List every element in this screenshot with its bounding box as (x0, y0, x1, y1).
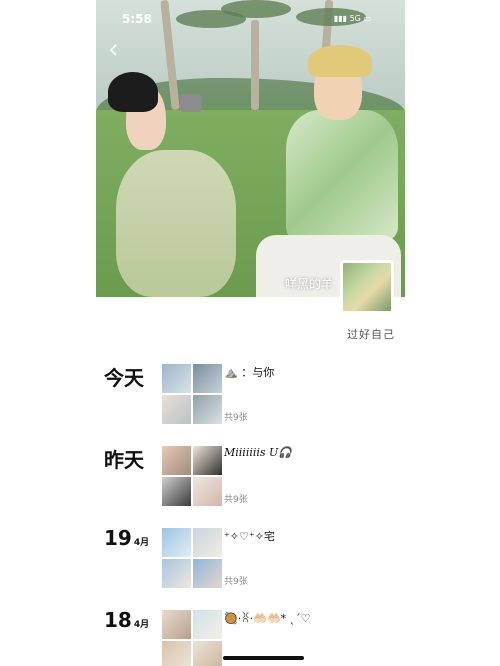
post-text: Miiiiiiis U🎧 (224, 446, 292, 459)
photo-grid[interactable] (162, 446, 222, 506)
day-month: 4月 (133, 620, 150, 630)
photo-thumb[interactable] (193, 364, 222, 393)
palm-frond (221, 0, 291, 18)
photo-thumb[interactable] (162, 477, 191, 506)
battery-icon: ▭ (363, 14, 371, 23)
camera (180, 94, 202, 112)
day-label: 昨天 (104, 448, 144, 472)
back-arrow-icon[interactable] (108, 44, 120, 56)
photo-thumb[interactable] (162, 641, 191, 666)
day-month: 4月 (133, 538, 150, 548)
post-text: ⁺✧♡⁺✧宅 (224, 530, 275, 543)
day-label: 18 4月 (104, 608, 149, 632)
photo-grid[interactable] (162, 528, 222, 588)
home-indicator[interactable] (223, 656, 304, 660)
day-label: 今天 (104, 366, 144, 390)
photo-count: 共9张 (224, 413, 248, 423)
photo-thumb[interactable] (162, 610, 191, 639)
photo-thumb[interactable] (162, 559, 191, 588)
profile-avatar[interactable] (340, 260, 394, 314)
signal-icon: ▮▮▮ (333, 14, 348, 23)
photo-count: 共9张 (224, 495, 248, 505)
status-time: 5:58 (122, 12, 152, 26)
photo-thumb[interactable] (193, 610, 222, 639)
photo-grid[interactable] (162, 610, 222, 666)
post-text: ⛰️ ：与你 (224, 366, 275, 379)
phone-screen: 5:58 ▮▮▮ 5G ▭ 咩黑的羊 过好自己 今天 ⛰️ ：与你 共9张 昨天 (96, 0, 405, 666)
profile-nickname[interactable]: 咩黑的羊 (285, 275, 333, 292)
photo-thumb[interactable] (162, 446, 191, 475)
photo-thumb[interactable] (193, 528, 222, 557)
day-number: 19 (104, 526, 132, 550)
photo-thumb[interactable] (162, 528, 191, 557)
photo-thumb[interactable] (193, 559, 222, 588)
post-text: 🥘·ꐦ·🤲🏻🤲🏻* ˎˊ♡ (224, 612, 311, 625)
network-label: 5G (349, 14, 361, 23)
palm-trunk (251, 20, 259, 110)
status-network: ▮▮▮ 5G ▭ (334, 14, 371, 23)
photo-thumb[interactable] (193, 641, 222, 666)
photo-thumb[interactable] (162, 364, 191, 393)
day-number: 18 (104, 608, 132, 632)
profile-signature: 过好自己 (347, 328, 395, 341)
photo-thumb[interactable] (193, 395, 222, 424)
photo-thumb[interactable] (162, 395, 191, 424)
photo-thumb[interactable] (193, 477, 222, 506)
person-man-shirt (286, 110, 398, 240)
cover-photo[interactable]: 5:58 ▮▮▮ 5G ▭ 咩黑的羊 (96, 0, 405, 297)
person-woman-hair (108, 72, 158, 112)
person-man-hair (308, 45, 372, 77)
person-woman-dress (116, 150, 236, 297)
day-label: 19 4月 (104, 526, 149, 550)
photo-grid[interactable] (162, 364, 222, 424)
photo-thumb[interactable] (193, 446, 222, 475)
photo-count: 共9张 (224, 577, 248, 587)
